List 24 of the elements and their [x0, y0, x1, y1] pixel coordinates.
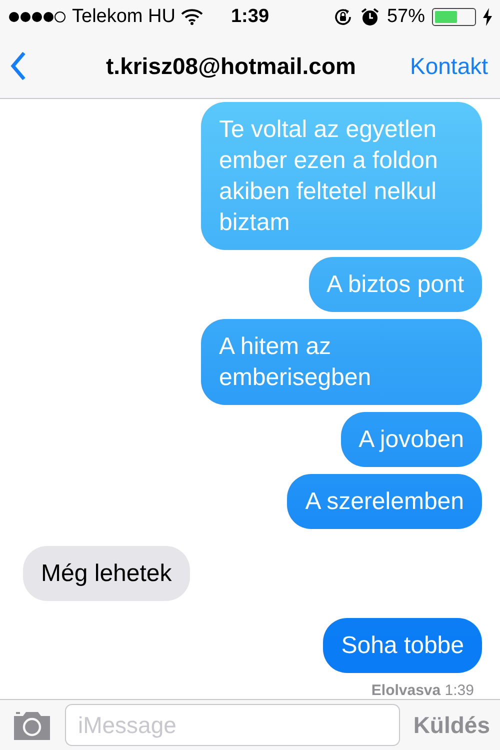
message-input[interactable]: iMessage [65, 704, 400, 746]
message-bubble: A jovoben [340, 412, 482, 467]
charging-bolt-icon [483, 8, 492, 26]
carrier-name: Telekom HU [72, 6, 176, 28]
message-bubble: A biztos pont [308, 257, 482, 312]
camera-icon[interactable] [12, 709, 52, 741]
wifi-icon [181, 9, 204, 25]
read-receipt-time: 1:39 [444, 682, 474, 699]
send-button[interactable]: Küldés [413, 712, 490, 738]
message-bubble: A hitem az emberisegben [201, 319, 482, 405]
battery-icon [432, 8, 476, 26]
message-bubble: Még lehetek [23, 546, 190, 601]
clock-time: 1:39 [230, 6, 270, 28]
conversation-title: t.krisz08@hotmail.com [105, 52, 357, 80]
back-chevron-icon[interactable] [10, 51, 26, 81]
alarm-clock-icon [360, 7, 380, 27]
message-bubble: A szerelemben [287, 474, 482, 529]
battery-percent: 57% [386, 6, 425, 28]
read-receipt-label: Elolvasva [371, 682, 441, 699]
rotation-lock-icon [332, 7, 353, 27]
signal-icon [8, 11, 66, 23]
message-bubble: Soha tobbe [323, 618, 482, 673]
contact-button[interactable]: Kontakt [410, 52, 488, 80]
message-bubble: Te voltal az egyetlen ember ezen a foldon akiben feltetel nelkul biztam [201, 102, 482, 250]
